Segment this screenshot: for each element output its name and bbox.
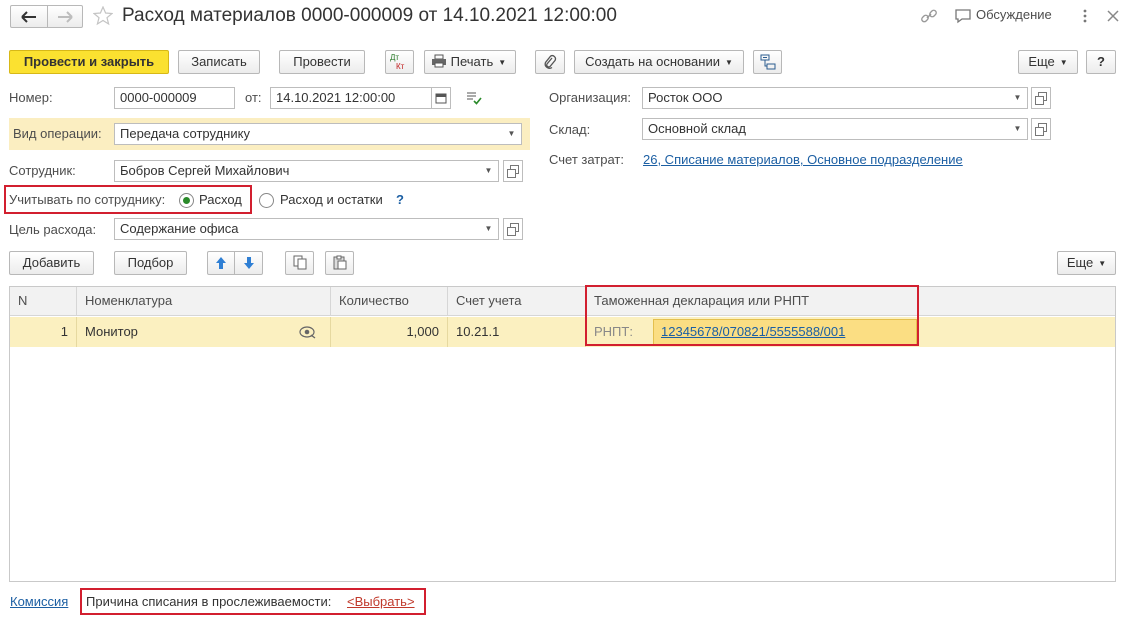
warehouse-field[interactable]: Основной склад	[642, 118, 1009, 140]
post-and-close-button[interactable]: Провести и закрыть	[9, 50, 169, 74]
track-by-employee-label: Учитывать по сотруднику:	[9, 192, 166, 207]
table-more-label: Еще	[1066, 255, 1094, 270]
date-field[interactable]: 14.10.2021 12:00:00	[270, 87, 432, 109]
arrow-down-icon	[243, 257, 254, 269]
organization-field[interactable]: Росток ООО	[642, 87, 1009, 109]
chat-icon	[955, 9, 971, 24]
link-icon[interactable]	[920, 8, 938, 24]
reason-label: Причина списания в прослеживаемости:	[86, 594, 332, 609]
help-button[interactable]: ?	[1086, 50, 1116, 74]
employee-dropdown[interactable]: ▼	[479, 160, 499, 182]
purpose-open-button[interactable]	[503, 218, 523, 240]
radio-expense-balances[interactable]	[259, 193, 274, 208]
forward-button[interactable]	[47, 5, 83, 28]
create-based-on-label: Создать на основании	[585, 54, 720, 69]
column-header-quantity[interactable]: Количество	[331, 287, 448, 316]
commission-link[interactable]: Комиссия	[10, 594, 68, 610]
star-icon[interactable]	[92, 5, 114, 26]
discussion-button[interactable]: Обсуждение	[954, 7, 1064, 25]
radio-expense-label: Расход	[199, 192, 242, 207]
operation-type-label: Вид операции:	[13, 126, 102, 141]
paperclip-icon	[544, 55, 557, 69]
employee-field[interactable]: Бобров Сергей Михайлович	[114, 160, 480, 182]
purpose-field[interactable]: Содержание офиса	[114, 218, 480, 240]
add-row-button[interactable]: Добавить	[9, 251, 94, 275]
table-more-button[interactable]: Еще ▼	[1057, 251, 1116, 275]
arrow-left-icon	[21, 11, 36, 23]
arrow-up-icon	[216, 257, 226, 269]
move-up-button[interactable]	[207, 251, 235, 275]
save-button[interactable]: Записать	[178, 50, 260, 74]
organization-label: Организация:	[549, 90, 632, 105]
employee-open-button[interactable]	[503, 160, 523, 182]
more-label: Еще	[1028, 54, 1055, 69]
warehouse-dropdown[interactable]: ▼	[1008, 118, 1028, 140]
paste-icon	[333, 255, 346, 270]
row-account[interactable]: 10.21.1	[448, 317, 586, 347]
employee-label: Сотрудник:	[9, 163, 76, 178]
dt-kt-button[interactable]: Дт Кт	[385, 50, 414, 74]
radio-expense-balances-label: Расход и остатки	[280, 192, 383, 207]
more-button[interactable]: Еще ▼	[1018, 50, 1078, 74]
row-item[interactable]: Монитор	[77, 317, 331, 347]
create-based-on-button[interactable]: Создать на основании ▼	[574, 50, 744, 74]
materials-table[interactable]: N Номенклатура Количество Счет учета Там…	[9, 285, 1116, 582]
caret-down-icon: ▼	[724, 58, 733, 67]
reason-select-link[interactable]: <Выбрать>	[347, 594, 415, 610]
row-number: 1	[10, 317, 77, 347]
calendar-icon	[435, 93, 447, 104]
column-header-account[interactable]: Счет учета	[448, 287, 586, 316]
radio-expense[interactable]	[179, 193, 194, 208]
warehouse-label: Склад:	[549, 122, 591, 137]
date-label: от:	[245, 90, 262, 105]
number-label: Номер:	[9, 90, 53, 105]
printer-icon	[432, 54, 446, 68]
print-button[interactable]: Печать ▼	[424, 50, 516, 74]
item-search-icon[interactable]	[299, 325, 317, 339]
hierarchy-icon	[760, 54, 775, 70]
discussion-label: Обсуждение	[976, 7, 1052, 22]
attach-button[interactable]	[535, 50, 565, 74]
warehouse-open-button[interactable]	[1031, 118, 1051, 140]
dt-kt-icon: Дт Кт	[390, 53, 405, 71]
caret-down-icon: ▼	[1098, 259, 1107, 268]
cost-account-label: Счет затрат:	[549, 152, 624, 167]
post-button[interactable]: Провести	[279, 50, 365, 74]
customs-column-highlight-box	[585, 285, 919, 346]
operation-type-field[interactable]: Передача сотруднику	[114, 123, 503, 145]
purpose-label: Цель расхода:	[9, 222, 97, 237]
cost-account-link[interactable]: 26, Списание материалов, Основное подраз…	[643, 152, 963, 168]
column-header-n[interactable]: N	[10, 287, 77, 316]
close-icon[interactable]	[1106, 9, 1120, 23]
tracking-help-icon[interactable]: ?	[396, 192, 404, 208]
pick-button[interactable]: Подбор	[114, 251, 187, 275]
paste-button[interactable]	[325, 251, 354, 275]
organization-open-button[interactable]	[1031, 87, 1051, 109]
caret-down-icon: ▼	[1059, 58, 1068, 67]
document-check-icon[interactable]	[465, 90, 483, 106]
organization-dropdown[interactable]: ▼	[1008, 87, 1028, 109]
column-header-item[interactable]: Номенклатура	[77, 287, 331, 316]
page-title: Расход материалов 0000-000009 от 14.10.2…	[122, 5, 617, 26]
structure-button[interactable]	[753, 50, 782, 74]
calendar-button[interactable]	[431, 87, 451, 109]
arrow-right-icon	[58, 11, 73, 23]
more-vertical-icon[interactable]	[1080, 8, 1090, 26]
back-button[interactable]	[10, 5, 48, 28]
row-quantity[interactable]: 1,000	[331, 317, 448, 347]
copy-icon	[293, 255, 306, 270]
move-down-button[interactable]	[234, 251, 263, 275]
operation-type-dropdown[interactable]: ▼	[502, 123, 522, 145]
copy-button[interactable]	[285, 251, 314, 275]
print-label: Печать	[450, 54, 494, 69]
number-field[interactable]: 0000-000009	[114, 87, 235, 109]
caret-down-icon: ▼	[498, 58, 507, 67]
purpose-dropdown[interactable]: ▼	[479, 218, 499, 240]
